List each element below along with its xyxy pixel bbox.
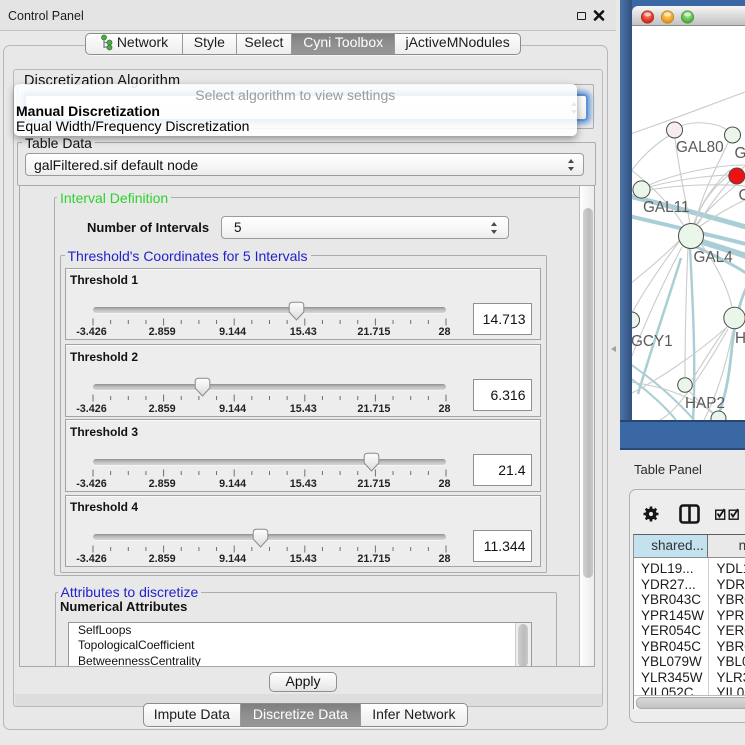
svg-text:GCY1: GCY1 bbox=[632, 333, 673, 350]
svg-text:GAL11: GAL11 bbox=[643, 199, 690, 216]
svg-text:GAL80: GAL80 bbox=[676, 139, 724, 156]
svg-text:H: H bbox=[735, 330, 745, 347]
svg-text:GAL4: GAL4 bbox=[694, 249, 734, 266]
svg-text:GA: GA bbox=[735, 145, 745, 162]
svg-text:HAP2: HAP2 bbox=[685, 395, 725, 412]
svg-text:C: C bbox=[739, 187, 745, 204]
